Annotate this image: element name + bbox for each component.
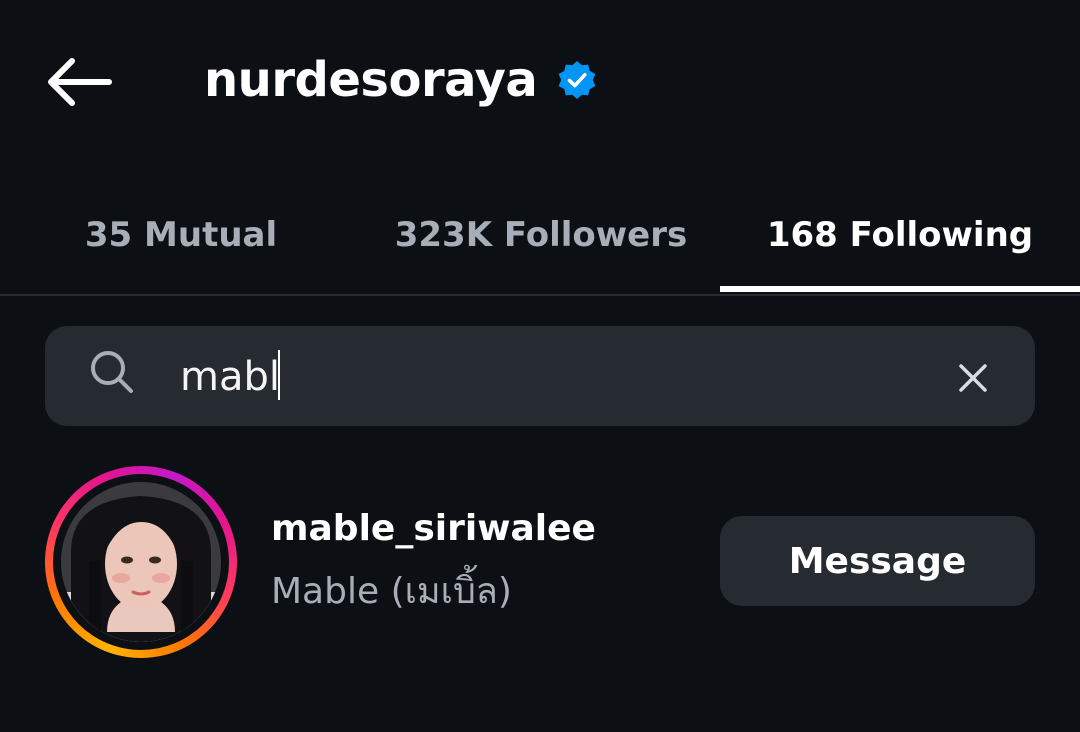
username: mable_siriwalee <box>271 508 596 549</box>
close-icon <box>959 364 987 392</box>
verified-badge-icon <box>557 60 597 100</box>
avatar <box>61 482 221 642</box>
tab-followers[interactable]: 323K Followers <box>362 178 720 292</box>
following-screen: nurdesoraya 35 Mutual 323K Followers 168… <box>0 0 1080 732</box>
header: nurdesoraya <box>0 0 1080 160</box>
back-button[interactable] <box>40 50 120 114</box>
arrow-left-icon <box>48 58 112 106</box>
search-icon <box>91 351 133 393</box>
clear-search-button[interactable] <box>945 350 1001 406</box>
tab-following[interactable]: 168 Following <box>720 178 1080 292</box>
page-title: nurdesoraya <box>204 52 538 108</box>
message-button[interactable]: Message <box>720 516 1035 606</box>
tab-bar: 35 Mutual 323K Followers 168 Following <box>0 178 1080 296</box>
active-tab-indicator <box>720 286 1080 292</box>
tab-mutual[interactable]: 35 Mutual <box>0 178 362 292</box>
title-group: nurdesoraya <box>204 48 597 112</box>
text-caret <box>278 350 280 400</box>
search-input[interactable] <box>180 350 920 404</box>
story-ring[interactable] <box>45 466 237 658</box>
list-item[interactable]: mable_siriwalee Mable (เมเบิ้ล) Message <box>0 460 1080 660</box>
full-name: Mable (เมเบิ้ล) <box>271 571 512 612</box>
